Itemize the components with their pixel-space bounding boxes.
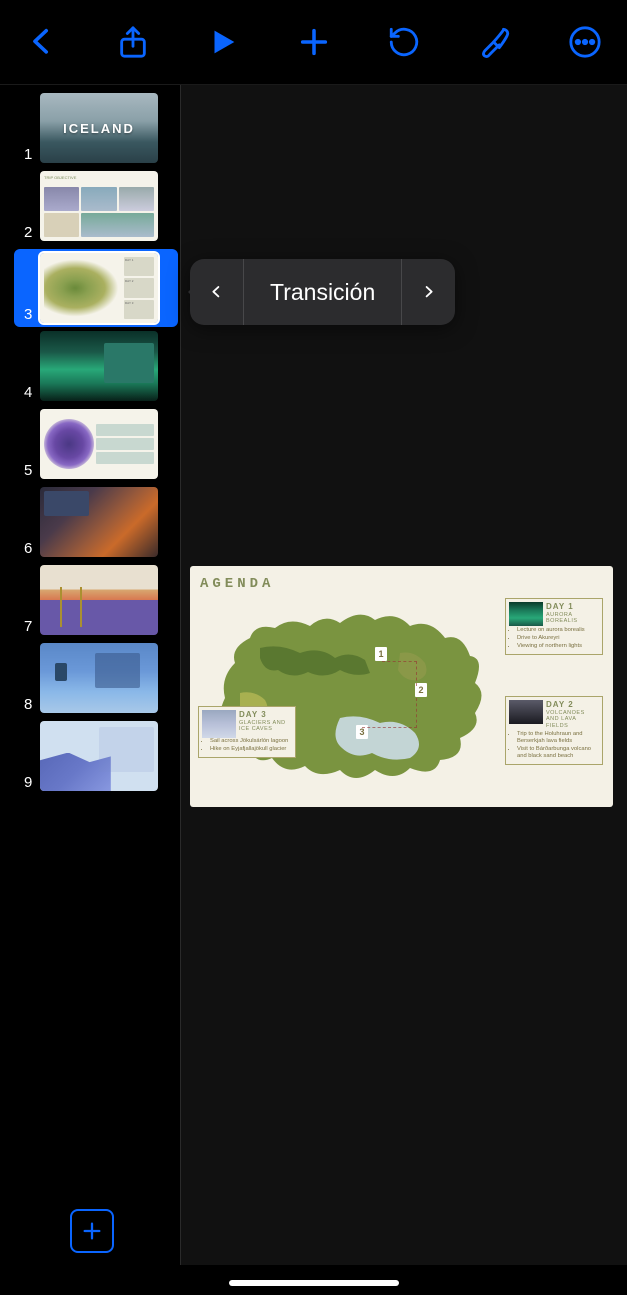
format-brush-button[interactable] — [471, 18, 519, 66]
thumb-number: 1 — [24, 146, 34, 163]
day1-items: Lecture on aurora borealis Drive to Akur… — [509, 627, 599, 650]
map-route — [382, 661, 417, 686]
day3-items: Sail across Jökulsárlón lagoon Hike on E… — [202, 738, 292, 753]
day3-card[interactable]: DAY 3 GLACIERS AND ICE CAVES Sail across… — [198, 706, 296, 758]
glacier-thumbnail — [202, 710, 236, 738]
thumb-number: 4 — [24, 384, 34, 401]
day2-card[interactable]: DAY 2 VOLCANOES AND LAVA FIELDS Trip to … — [505, 696, 603, 765]
slide-content[interactable]: AGENDA 1 2 3 DAY — [190, 566, 613, 807]
day2-items: Trip to the Holuhraun and Berserkjah lav… — [509, 731, 599, 760]
thumbnail-preview — [40, 721, 158, 791]
thumb-number: 9 — [24, 774, 34, 791]
aurora-thumbnail — [509, 602, 543, 626]
thumbnail-preview — [40, 643, 158, 713]
add-slide-button[interactable] — [70, 1209, 114, 1253]
volcano-thumbnail — [509, 700, 543, 724]
thumb-number: 8 — [24, 696, 34, 713]
map-marker-1[interactable]: 1 — [375, 647, 387, 661]
share-button[interactable] — [109, 18, 157, 66]
map-route — [362, 698, 417, 728]
thumb-number: 3 — [24, 306, 34, 323]
thumbnail-preview: DAY 1DAY 2DAY 3 — [40, 253, 158, 323]
day1-label: DAY 1 — [546, 602, 599, 612]
undo-button[interactable] — [380, 18, 428, 66]
context-popover: Transición — [190, 259, 455, 325]
slide-thumbnail-2[interactable]: 2 TRIP OBJECTIVE — [0, 171, 180, 245]
iceland-map-image[interactable] — [200, 598, 490, 798]
day1-subtitle: AURORA BOREALIS — [546, 612, 599, 625]
thumbnail-preview: TRIP OBJECTIVE — [40, 171, 158, 241]
slide-thumbnail-9[interactable]: 9 — [0, 721, 180, 795]
thumb-number: 2 — [24, 224, 34, 241]
popover-transition-button[interactable]: Transición — [244, 279, 401, 306]
day1-card[interactable]: DAY 1 AURORA BOREALIS Lecture on aurora … — [505, 598, 603, 655]
thumbnail-preview: ICELAND — [40, 93, 158, 163]
slide-thumbnail-5[interactable]: 5 — [0, 409, 180, 483]
toolbar — [0, 0, 627, 85]
slide-thumbnail-6[interactable]: 6 — [0, 487, 180, 561]
slide-navigator[interactable]: 1 ICELAND 2 TRIP OBJECTIVE 3 DAY 1DAY 2D… — [0, 85, 181, 1265]
thumbnail-preview — [40, 565, 158, 635]
add-button[interactable] — [290, 18, 338, 66]
play-button[interactable] — [199, 18, 247, 66]
popover-next-button[interactable] — [401, 259, 455, 325]
thumbnail-preview — [40, 487, 158, 557]
slide-thumbnail-3[interactable]: 3 DAY 1DAY 2DAY 3 — [14, 249, 178, 327]
thumb-number: 6 — [24, 540, 34, 557]
home-indicator[interactable] — [229, 1280, 399, 1286]
slide-thumbnail-1[interactable]: 1 ICELAND — [0, 93, 180, 167]
thumbnail-preview — [40, 409, 158, 479]
slide-body: 1 2 3 DAY 1 AURORA BOREALIS Lecture on a… — [200, 598, 603, 798]
slide-title[interactable]: AGENDA — [200, 576, 603, 592]
slide-thumbnail-8[interactable]: 8 — [0, 643, 180, 717]
thumb-number: 7 — [24, 618, 34, 635]
slide-thumbnail-4[interactable]: 4 — [0, 331, 180, 405]
back-button[interactable] — [18, 18, 66, 66]
slide-thumbnail-7[interactable]: 7 — [0, 565, 180, 639]
thumb-number: 5 — [24, 462, 34, 479]
day2-subtitle: VOLCANOES AND LAVA FIELDS — [546, 710, 599, 730]
thumbnail-preview — [40, 331, 158, 401]
popover-prev-button[interactable] — [190, 259, 244, 325]
more-button[interactable] — [561, 18, 609, 66]
day2-label: DAY 2 — [546, 700, 599, 710]
